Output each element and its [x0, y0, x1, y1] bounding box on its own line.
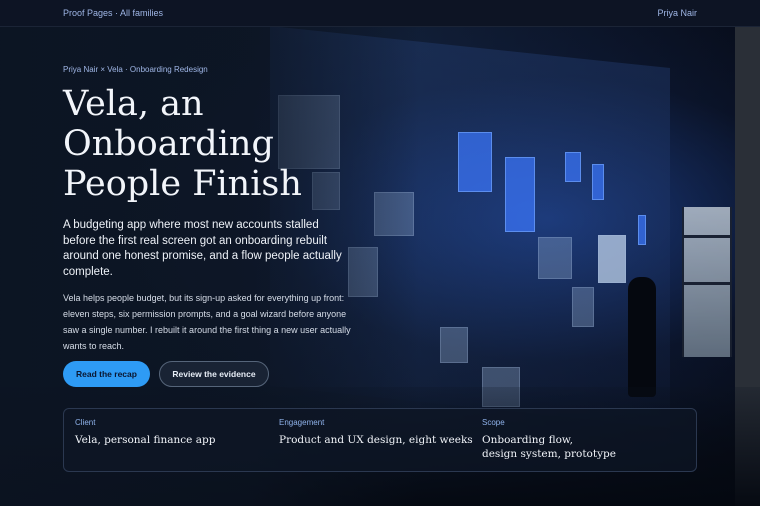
doorway	[682, 207, 732, 357]
hero-lede: A budgeting app where most new accounts …	[63, 219, 342, 278]
fact-scope: Scope Onboarding flow, design system, pr…	[482, 418, 682, 461]
wall-panel	[572, 287, 594, 327]
fact-value: Vela, personal finance app	[75, 434, 216, 446]
hero-body: Vela helps people budget, but its sign-u…	[63, 293, 351, 351]
wall-panel	[538, 237, 572, 279]
person-silhouette	[628, 277, 656, 397]
wall-panel	[598, 235, 626, 283]
fact-label: Engagement	[279, 418, 325, 427]
top-bar: Proof Pages · All families Priya Nair	[0, 0, 760, 27]
wall-panel	[638, 215, 646, 245]
page-title: Vela, an Onboarding People Finish	[63, 84, 302, 204]
hero-section: Priya Nair × Vela · Onboarding Redesign …	[0, 27, 760, 506]
breadcrumb[interactable]: Proof Pages · All families	[63, 8, 163, 18]
fact-value: Onboarding flow, design system, prototyp…	[482, 434, 616, 460]
fact-client: Client Vela, personal finance app	[75, 418, 275, 447]
wall-panel	[440, 327, 468, 363]
fact-label: Client	[75, 418, 96, 427]
wall-panel	[458, 132, 492, 192]
fact-label: Scope	[482, 418, 505, 427]
wall-panel	[505, 157, 535, 232]
user-name-link[interactable]: Priya Nair	[657, 8, 697, 18]
project-facts: Client Vela, personal finance app Engage…	[63, 408, 697, 472]
fact-engagement: Engagement Product and UX design, eight …	[279, 418, 479, 447]
read-recap-button[interactable]: Read the recap	[63, 361, 150, 387]
review-evidence-button[interactable]: Review the evidence	[159, 361, 269, 387]
wall-panel	[565, 152, 581, 182]
fact-value: Product and UX design, eight weeks	[279, 434, 473, 446]
project-eyebrow: Priya Nair × Vela · Onboarding Redesign	[63, 65, 208, 74]
wall-panel	[592, 164, 604, 200]
